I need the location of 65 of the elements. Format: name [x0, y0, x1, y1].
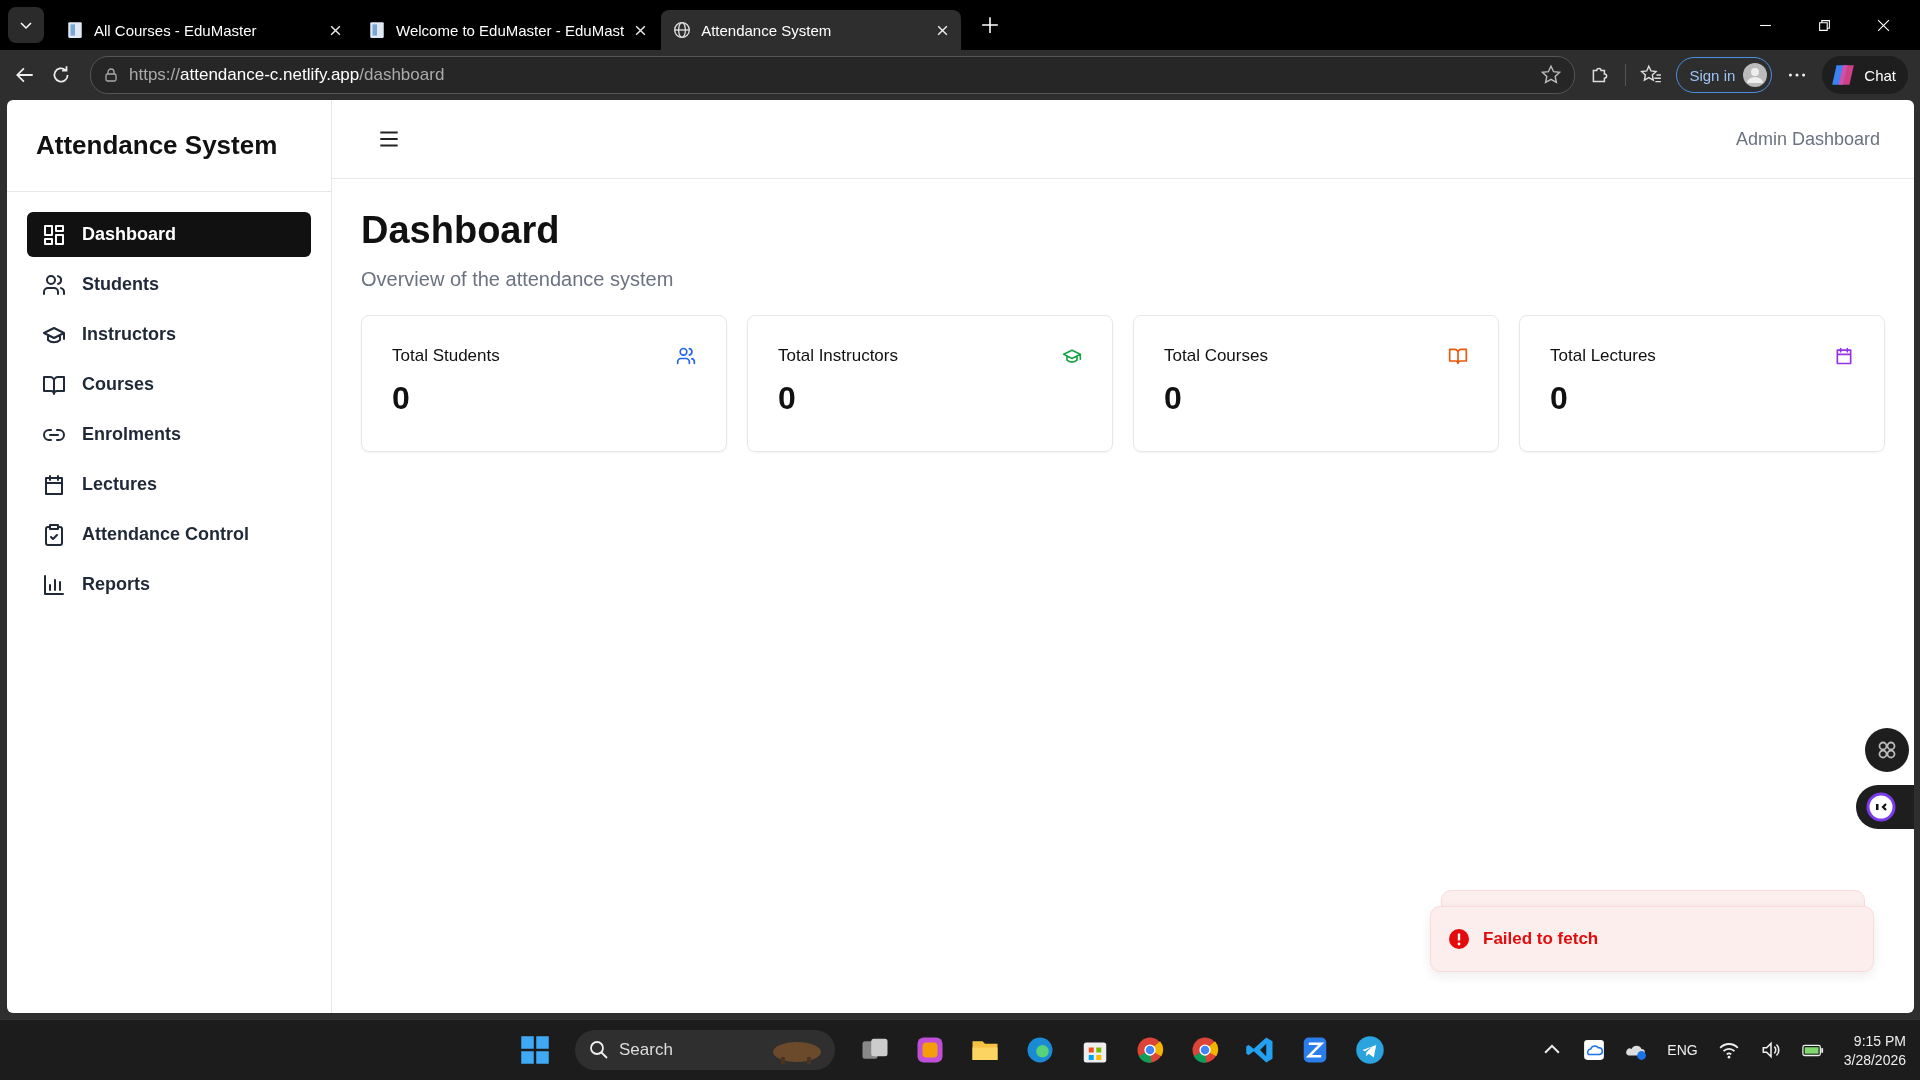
nav-item[interactable]: Reports [27, 562, 311, 607]
nav-item[interactable]: Enrolments [27, 412, 311, 457]
nav-item[interactable]: Students [27, 262, 311, 307]
chrome-icon[interactable] [1190, 1035, 1220, 1065]
face-icon [1866, 792, 1896, 822]
chrome-icon[interactable] [1135, 1035, 1165, 1065]
close-icon[interactable] [936, 23, 950, 37]
stat-label: Total Lectures [1550, 346, 1656, 366]
stat-label: Total Students [392, 346, 500, 366]
nav-item[interactable]: Instructors [27, 312, 311, 357]
calendar-icon [42, 472, 66, 497]
browser-tab[interactable]: All Courses - EduMaster [54, 10, 354, 50]
sign-in-button[interactable]: Sign in [1676, 57, 1773, 93]
clock-time: 9:15 PM [1853, 1032, 1906, 1049]
new-tab-icon[interactable] [981, 16, 1000, 34]
grid-icon [42, 222, 66, 247]
lock-icon [103, 67, 119, 83]
stat-value: 0 [1164, 380, 1183, 417]
nav-item[interactable]: Courses [27, 362, 311, 407]
taskbar-search[interactable]: Search [575, 1030, 835, 1070]
clock-date: 3/28/2026 [1843, 1051, 1906, 1068]
page-icon [66, 21, 84, 39]
avatar-icon [1743, 63, 1768, 87]
edge-icon[interactable] [1025, 1035, 1055, 1065]
clipboard-check-icon [42, 522, 66, 547]
search-icon [589, 1040, 609, 1060]
nav-item[interactable]: Dashboard [27, 212, 311, 257]
nav-item[interactable]: Lectures [27, 462, 311, 507]
office-icon[interactable] [915, 1035, 945, 1065]
stat-label: Total Instructors [778, 346, 898, 366]
assistant-button[interactable] [1856, 785, 1914, 829]
nav-item[interactable]: Attendance Control [27, 512, 311, 557]
stat-value: 0 [778, 380, 797, 417]
alert-icon [1449, 929, 1469, 949]
toast-message: Failed to fetch [1483, 929, 1599, 949]
star-icon[interactable] [1540, 64, 1563, 86]
taskbar-clock[interactable]: 9:15 PM 3/28/2026 [1843, 1032, 1906, 1068]
app-title: Attendance System [7, 100, 331, 192]
apps-button[interactable] [1865, 728, 1909, 772]
stat-label: Total Courses [1164, 346, 1268, 366]
browser-tab[interactable]: Welcome to EduMaster - EduMast [356, 10, 660, 50]
stat-value: 0 [392, 380, 411, 417]
page-title: Dashboard [361, 209, 561, 252]
browser-tab[interactable]: Attendance System [661, 10, 962, 50]
stat-value: 0 [1550, 380, 1569, 417]
chat-button[interactable]: Chat [1822, 56, 1908, 94]
telegram-icon[interactable] [1355, 1035, 1385, 1065]
close-icon[interactable] [634, 23, 648, 37]
restore-icon[interactable] [1818, 18, 1831, 32]
language-indicator[interactable]: ENG [1667, 1042, 1698, 1058]
page-icon [368, 21, 386, 39]
url-text: https://attendance-c.netlify.app/dashboard [129, 65, 445, 85]
tab-list-button[interactable] [8, 7, 44, 43]
close-icon[interactable] [329, 23, 342, 37]
header-label: Admin Dashboard [1735, 128, 1880, 150]
apps-icon [1876, 739, 1898, 761]
windows-start-icon[interactable] [520, 1035, 550, 1065]
cloud-icon[interactable] [1583, 1039, 1606, 1061]
copilot-icon [1830, 62, 1857, 88]
users-icon [42, 272, 66, 297]
code-editor-icon[interactable] [1245, 1035, 1275, 1065]
bar-chart-icon [42, 572, 66, 597]
address-bar[interactable]: https://attendance-c.netlify.app/dashboard [90, 56, 1576, 94]
page-subtitle: Overview of the attendance system [361, 268, 675, 291]
globe-icon [673, 21, 692, 39]
